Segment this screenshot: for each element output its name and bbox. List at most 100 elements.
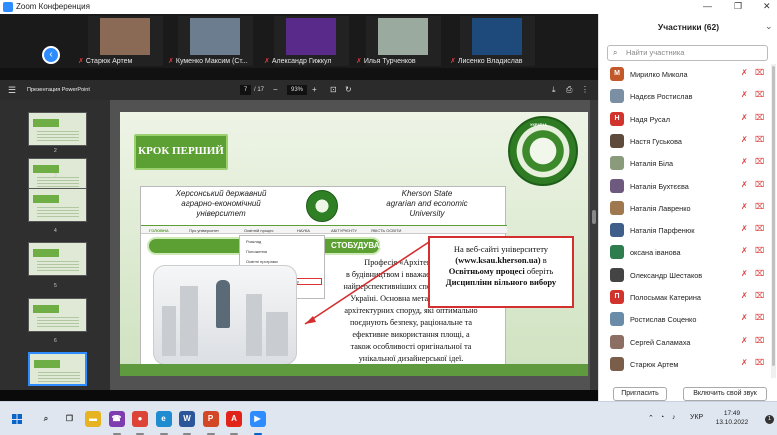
task-view-icon[interactable]: ❐ — [61, 411, 78, 427]
video-off-icon[interactable]: ⌧ — [755, 313, 764, 322]
participant-avatar: М — [610, 67, 624, 81]
gallery-prev-button[interactable]: ‹ — [42, 46, 60, 64]
invite-button[interactable]: Пригласить — [613, 387, 667, 401]
participant-search-input[interactable]: ⌕ Найти участника — [607, 45, 768, 61]
menu-icon[interactable]: ☰ — [8, 85, 16, 96]
video-off-icon[interactable]: ⌧ — [755, 180, 764, 189]
slide-thumbnail[interactable] — [28, 112, 87, 146]
video-off-icon[interactable]: ⌧ — [755, 135, 764, 144]
muted-mic-icon[interactable]: ✗ — [741, 135, 748, 144]
video-off-icon[interactable]: ⌧ — [755, 358, 764, 367]
viber-icon[interactable]: ☎ — [108, 411, 125, 427]
close-icon[interactable]: ✕ — [763, 1, 771, 12]
participant-row[interactable]: Наталія Біла ✗ ⌧ — [599, 153, 770, 176]
video-off-icon[interactable]: ⌧ — [755, 68, 764, 77]
muted-mic-icon[interactable]: ✗ — [741, 291, 748, 300]
muted-mic-icon[interactable]: ✗ — [741, 224, 748, 233]
participant-avatar — [610, 200, 624, 215]
download-icon[interactable]: ⤓ — [552, 85, 556, 95]
thumbnail-number: 5 — [54, 283, 57, 289]
participant-name: Надя Русал — [630, 114, 670, 124]
video-tile[interactable]: ✗ Илья Турченков — [356, 16, 441, 66]
muted-mic-icon[interactable]: ✗ — [741, 157, 748, 166]
video-off-icon[interactable]: ⌧ — [755, 113, 764, 122]
zoom-level[interactable]: 93% — [287, 85, 307, 95]
participant-row[interactable]: Н Надя Русал ✗ ⌧ — [599, 109, 770, 132]
muted-mic-icon[interactable]: ✗ — [741, 68, 748, 77]
maximize-icon[interactable]: ❐ — [734, 1, 742, 12]
slide-thumbnail[interactable] — [28, 158, 87, 192]
slide-thumbnail[interactable] — [28, 298, 87, 332]
slide-thumbnail[interactable] — [28, 188, 87, 222]
powerpoint-icon[interactable]: P — [202, 411, 219, 427]
participant-row[interactable]: Настя Гуськова ✗ ⌧ — [599, 131, 770, 154]
edge-icon[interactable]: e — [155, 411, 172, 427]
chrome-icon[interactable]: ● — [132, 411, 148, 427]
video-tile[interactable]: ✗ Лисенко Владислав — [450, 16, 535, 66]
participant-row[interactable]: Ростислав Соценко ✗ ⌧ — [599, 309, 770, 332]
muted-mic-icon[interactable]: ✗ — [741, 246, 748, 255]
shared-screen: ☰ Презентация PowerPoint 7 / 17 − 93% + … — [0, 80, 598, 396]
participant-row[interactable]: П Полосьмак Катерина ✗ ⌧ — [599, 287, 770, 310]
word-icon[interactable]: W — [179, 411, 195, 427]
muted-mic-icon[interactable]: ✗ — [741, 336, 748, 345]
muted-mic-icon[interactable]: ✗ — [741, 358, 748, 367]
participant-name: Наталія Лавренко — [630, 203, 691, 213]
muted-mic-icon[interactable]: ✗ — [741, 113, 748, 122]
zoom-in-icon[interactable]: + — [312, 85, 317, 94]
language-indicator[interactable]: УКР — [690, 414, 703, 421]
participant-row[interactable]: Наталія Бухтєєва ✗ ⌧ — [599, 176, 770, 199]
participant-row[interactable]: Наталія Лавренко ✗ ⌧ — [599, 198, 770, 221]
video-off-icon[interactable]: ⌧ — [755, 90, 764, 99]
slide-thumbnail-active[interactable] — [28, 352, 87, 386]
time: 17:49 — [723, 410, 741, 417]
unmute-self-button[interactable]: Включить свой звук — [683, 387, 767, 401]
participant-name: Олександр Шестаков — [630, 270, 703, 280]
muted-mic-icon[interactable]: ✗ — [741, 313, 748, 322]
video-off-icon[interactable]: ⌧ — [755, 269, 764, 278]
zoom-out-icon[interactable]: − — [273, 85, 278, 94]
print-icon[interactable]: ⎙ — [566, 85, 572, 95]
clock[interactable]: 17:49 13.10.2022 — [712, 409, 752, 427]
muted-mic-icon[interactable]: ✗ — [741, 202, 748, 211]
muted-mic-icon[interactable]: ✗ — [741, 180, 748, 189]
muted-mic-icon[interactable]: ✗ — [741, 90, 748, 99]
zoom-icon[interactable]: ▶ — [249, 411, 266, 427]
chevron-up-icon[interactable]: ⌃ — [648, 414, 654, 422]
participant-row[interactable]: Старюк Артем ✗ ⌧ — [599, 354, 770, 377]
network-icon[interactable]: ◔ — [660, 414, 664, 421]
video-tile[interactable]: ✗ Старюк Артем — [78, 16, 163, 66]
video-off-icon[interactable]: ⌧ — [755, 246, 764, 255]
participants-scrollbar[interactable] — [771, 64, 776, 378]
participant-row[interactable]: Наталія Парфенюк ✗ ⌧ — [599, 220, 770, 243]
video-off-icon[interactable]: ⌧ — [755, 336, 764, 345]
slide-thumbnail[interactable] — [28, 242, 87, 276]
muted-mic-icon[interactable]: ✗ — [741, 269, 748, 278]
video-tile[interactable]: ✗ Александр Гижкул — [264, 16, 349, 66]
fit-page-icon[interactable]: ⊡ — [330, 85, 337, 94]
video-off-icon[interactable]: ⌧ — [755, 157, 764, 166]
video-off-icon[interactable]: ⌧ — [755, 291, 764, 300]
page-number-input[interactable]: 7 — [240, 85, 251, 95]
participant-row[interactable]: М Мирилко Микола ✗ ⌧ — [599, 64, 770, 87]
notifications-badge[interactable]: 1 — [765, 415, 774, 424]
acrobat-icon[interactable]: A — [226, 411, 242, 427]
participant-row[interactable]: Сергей Саламаха ✗ ⌧ — [599, 332, 770, 355]
video-off-icon[interactable]: ⌧ — [755, 224, 764, 233]
explorer-icon[interactable]: ▬ — [85, 411, 101, 427]
participant-name: Ростислав Соценко — [630, 315, 697, 325]
viewer-scrollbar[interactable] — [590, 100, 598, 390]
participant-row[interactable]: оксана іванова ✗ ⌧ — [599, 242, 770, 265]
more-options-icon[interactable]: ⋮ — [581, 85, 589, 94]
video-tile[interactable]: ✗ Куменко Максим (Ст... — [168, 16, 253, 66]
speaker-icon[interactable]: ♪ — [672, 414, 676, 421]
search-icon[interactable]: ⌕ — [38, 411, 54, 427]
participant-row[interactable]: Олександр Шестаков ✗ ⌧ — [599, 265, 770, 288]
windows-start-icon[interactable] — [12, 414, 22, 424]
panel-menu-icon[interactable]: ⌄ — [765, 21, 773, 32]
rotate-icon[interactable]: ↻ — [345, 85, 352, 94]
participant-row[interactable]: Надєєв Ростислав ✗ ⌧ — [599, 86, 770, 109]
minimize-icon[interactable]: — — [703, 1, 712, 11]
video-off-icon[interactable]: ⌧ — [755, 202, 764, 211]
participant-name: Наталія Парфенюк — [630, 226, 695, 236]
